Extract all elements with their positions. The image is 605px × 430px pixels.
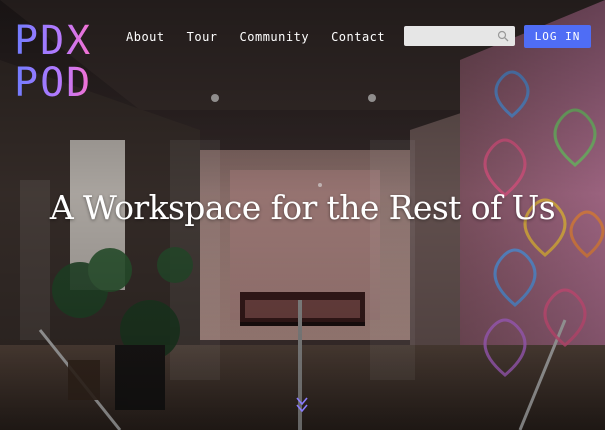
double-chevron-down-icon[interactable] (295, 396, 309, 414)
site-logo[interactable]: PDX POD (14, 20, 96, 106)
nav-link-about[interactable]: About (126, 28, 165, 46)
search-icon[interactable] (497, 30, 509, 42)
search-input[interactable] (404, 27, 504, 48)
hero-headline: A Workspace for the Rest of Us (49, 188, 556, 227)
logo-line-2: POD (14, 62, 96, 104)
nav-link-community[interactable]: Community (240, 28, 310, 46)
search-box (404, 26, 515, 48)
logo-line-1: PDX (14, 20, 96, 62)
login-button[interactable]: LOG IN (524, 25, 591, 48)
nav-link-contact[interactable]: Contact (331, 28, 385, 46)
nav-link-tour[interactable]: Tour (187, 28, 218, 46)
main-nav: About Tour Community Contact (126, 28, 385, 46)
